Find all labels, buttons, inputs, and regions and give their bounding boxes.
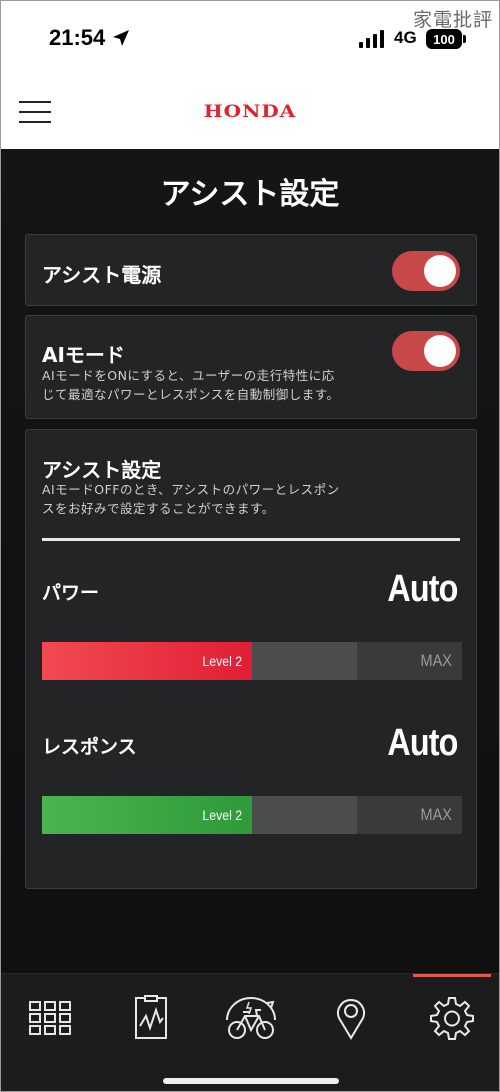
toggle-knob (424, 335, 456, 367)
app-screen: 21:54 4G 100 家電批評 HONDA アシスト設定 アシスト電源 AI… (0, 0, 500, 1092)
assist-power-card: アシスト電源 (25, 234, 477, 306)
assist-power-toggle[interactable] (392, 251, 460, 291)
level-segment-3 (252, 642, 357, 680)
watermark: 家電批評 (412, 9, 493, 31)
assist-settings-description-line2: スをお好みで設定することができます。 (42, 501, 275, 516)
active-tab-indicator (413, 974, 491, 977)
bottom-nav (1, 973, 499, 1091)
level-segment-3 (252, 796, 357, 834)
app-header: HONDA (1, 73, 499, 149)
power-max-label: MAX (420, 651, 452, 670)
nav-item-map[interactable] (327, 994, 375, 1042)
cellular-signal-icon (359, 30, 384, 48)
power-level-slider[interactable]: Level 2 MAX (42, 642, 462, 680)
ai-mode-label: AIモード (42, 343, 125, 367)
toggle-knob (424, 255, 456, 287)
assist-settings-description-line1: AIモードOFFのとき、アシストのパワーとレスポン (42, 482, 340, 497)
gear-icon (430, 997, 474, 1040)
response-label: レスポンス (42, 736, 137, 758)
status-bar: 21:54 4G 100 家電批評 (1, 1, 499, 73)
grid-icon (29, 1001, 71, 1035)
divider (42, 538, 460, 541)
battery-level: 100 (433, 31, 455, 47)
ai-mode-description-line2: じて最適なパワーとレスポンスを自動制御します。 (42, 387, 340, 402)
nav-item-menu[interactable] (26, 994, 74, 1042)
response-value: Auto (387, 722, 459, 764)
nav-item-settings[interactable] (428, 994, 476, 1042)
honda-logo: HONDA (203, 100, 297, 122)
assist-settings-card: アシスト設定 AIモードOFFのとき、アシストのパワーとレスポン スをお好みで設… (25, 429, 477, 889)
assist-settings-screen: アシスト設定 アシスト電源 AIモード AIモードをONにすると、ユーザーの走行… (1, 149, 499, 973)
status-time: 21:54 (49, 25, 106, 50)
response-max-label: MAX (420, 805, 452, 824)
bicycle-assist-icon (226, 997, 276, 1039)
home-indicator (163, 1078, 339, 1084)
map-pin-icon (337, 999, 365, 1040)
nav-item-assist[interactable] (223, 994, 279, 1042)
response-level-slider[interactable]: Level 2 MAX (42, 796, 462, 834)
battery-indicator: 100 (426, 29, 466, 49)
location-arrow-icon (113, 30, 129, 46)
ai-mode-toggle[interactable] (392, 331, 460, 371)
power-label: パワー (42, 582, 100, 604)
page-title: アシスト設定 (160, 177, 340, 212)
power-value: Auto (387, 568, 459, 610)
nav-item-activity-log[interactable] (127, 994, 175, 1042)
assist-settings-title: アシスト設定 (42, 458, 162, 482)
response-level-label: Level 2 (202, 807, 242, 823)
ai-mode-description-line1: AIモードをONにすると、ユーザーの走行特性に応 (42, 368, 335, 383)
power-level-label: Level 2 (202, 653, 242, 669)
assist-power-label: アシスト電源 (42, 263, 162, 287)
ai-mode-card: AIモード AIモードをONにすると、ユーザーの走行特性に応 じて最適なパワーと… (25, 315, 477, 419)
activity-log-icon (135, 995, 167, 1039)
